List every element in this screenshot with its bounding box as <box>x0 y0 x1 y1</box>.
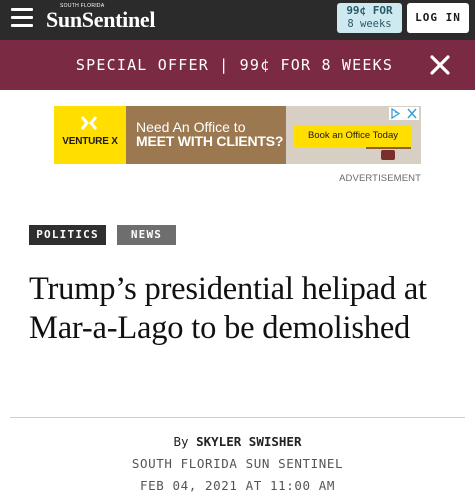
byline: By SKYLER SWISHER <box>0 434 475 449</box>
advertisement-label: ADVERTISEMENT <box>339 173 421 184</box>
offer-duration: 8 weeks <box>347 18 392 30</box>
special-offer-banner[interactable]: SPECIAL OFFER | 99¢ FOR 8 WEEKS <box>0 40 475 90</box>
divider <box>10 417 465 418</box>
special-offer-text[interactable]: SPECIAL OFFER | 99¢ FOR 8 WEEKS <box>0 40 475 90</box>
ad-headline-line1: Need An Office to <box>136 119 246 135</box>
ad-brand-name: VENTURE X <box>62 136 118 147</box>
ad-cta-button[interactable]: Book an Office Today <box>294 125 412 147</box>
ad-headline-line2: MEET WITH CLIENTS? <box>136 133 284 149</box>
site-header: SOUTH FLORIDA SunSentinel 99¢ FOR 8 week… <box>0 0 475 40</box>
logo-wordmark: SunSentinel <box>46 7 156 32</box>
ad-banner[interactable]: VENTURE X Need An Office to MEET WITH CL… <box>54 106 421 164</box>
ad-headline: Need An Office to MEET WITH CLIENTS? <box>136 120 283 148</box>
article-source: SOUTH FLORIDA SUN SENTINEL <box>131 456 344 471</box>
login-button[interactable]: LOG IN <box>407 3 469 33</box>
byline-prefix: By <box>173 434 189 449</box>
ad-brand-logo: VENTURE X <box>54 106 126 164</box>
tag-politics[interactable]: POLITICS <box>29 225 106 245</box>
menu-icon[interactable] <box>11 8 33 28</box>
tag-news[interactable]: NEWS <box>117 225 176 245</box>
site-logo[interactable]: SOUTH FLORIDA SunSentinel <box>46 3 156 32</box>
venture-x-logo-icon <box>80 116 98 130</box>
offer-price: 99¢ FOR <box>346 4 393 17</box>
author-link[interactable]: SKYLER SWISHER <box>196 434 301 449</box>
article-headline: Trump’s presidential helipad at Mar-a-La… <box>29 271 427 346</box>
close-icon[interactable] <box>428 53 452 77</box>
article-date: FEB 04, 2021 AT 11:00 AM <box>139 478 335 493</box>
subscribe-offer-button[interactable]: 99¢ FOR 8 weeks <box>337 3 402 33</box>
ad-choices-icon[interactable] <box>389 107 419 120</box>
